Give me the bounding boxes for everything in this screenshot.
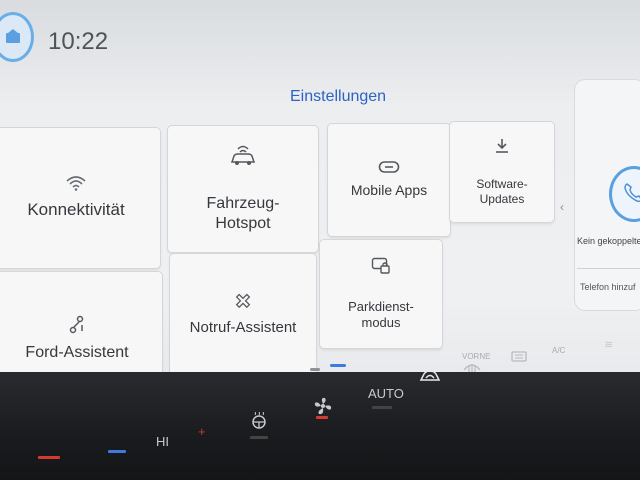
emergency-icon [235,293,251,308]
tile-label-line: Parkdienst- modus [348,298,414,331]
steering-wheel-heat-icon [252,411,266,429]
tile-software-updates[interactable]: Software- Updates [450,122,554,222]
divider [577,268,640,269]
tile-label: Mobile Apps [350,182,428,199]
tile-label: Notruf-Assistent [189,318,297,336]
tile-label: Konnektivität [27,200,125,220]
link-icon [378,161,400,174]
home-button[interactable] [0,12,34,62]
download-icon [496,138,508,153]
infotainment-screen: 10:22 Einstellungen Konnektivität Fahrze… [0,0,640,430]
front-defrost-button[interactable] [462,360,482,377]
page-dot-active [330,364,346,367]
tile-label: Ford-Assistent [25,344,129,361]
heated-steering-button[interactable] [248,411,270,433]
tile-label-line: Software- Updates [476,176,528,206]
tile-konnektivitaet[interactable]: Konnektivität [0,128,160,268]
rear-defrost-icon [511,351,527,362]
clock: 10:22 [48,28,109,55]
climate-bar: HI + AUTO VORNE A/C ≋ [0,339,640,480]
phone-icon [624,183,640,203]
heat-indicator-red [38,456,60,459]
tile-label: Fahrzeug- Hotspot [207,174,280,234]
tile-label: Software- Updates [476,162,527,207]
tile-label-line: Fahrzeug- Hotspot [206,195,280,232]
tile-fahrzeug-hotspot[interactable]: Fahrzeug- Hotspot [168,126,318,252]
tile-notruf-assistent[interactable]: Notruf-Assistent [170,254,316,374]
car-hotspot-icon [230,145,256,165]
temp-up-icon[interactable]: + [198,424,206,439]
steering-indicator [250,436,268,439]
page-title: Einstellungen [290,88,387,105]
tile-mobile-apps[interactable]: Mobile Apps [328,124,450,236]
fan-indicator [316,416,328,419]
rear-defrost-button[interactable] [510,350,528,367]
assistant-icon [69,315,84,334]
auto-indicator [372,406,392,409]
ac-button[interactable]: A/C [552,346,565,355]
fan-hi-button[interactable]: HI [156,434,169,449]
tile-parkdienstmodus[interactable]: Parkdienst- modus [320,240,442,348]
tile-label: Parkdienst- modus [348,283,414,332]
recirculation-button[interactable] [418,366,442,389]
fan-icon [314,397,332,415]
recirculation-icon [419,370,441,381]
phone-button[interactable] [609,166,640,222]
phone-panel[interactable]: Kein gekoppelte Telefon hinzuf [575,80,640,310]
phone-status-text: Kein gekoppelte [577,236,640,246]
auto-button[interactable]: AUTO [368,386,404,401]
indicator-blue [108,450,126,453]
chevron-left-icon[interactable]: ‹ [560,200,564,214]
front-defrost-icon [463,364,481,372]
status-bar: 10:22 [0,0,640,80]
add-phone-link[interactable]: Telefon hinzuf [580,282,636,292]
valet-lock-icon [371,257,390,274]
wifi-icon [66,176,86,192]
seat-heat-icon[interactable]: ≋ [604,338,613,351]
page-dot [310,368,320,371]
home-icon [6,29,20,43]
